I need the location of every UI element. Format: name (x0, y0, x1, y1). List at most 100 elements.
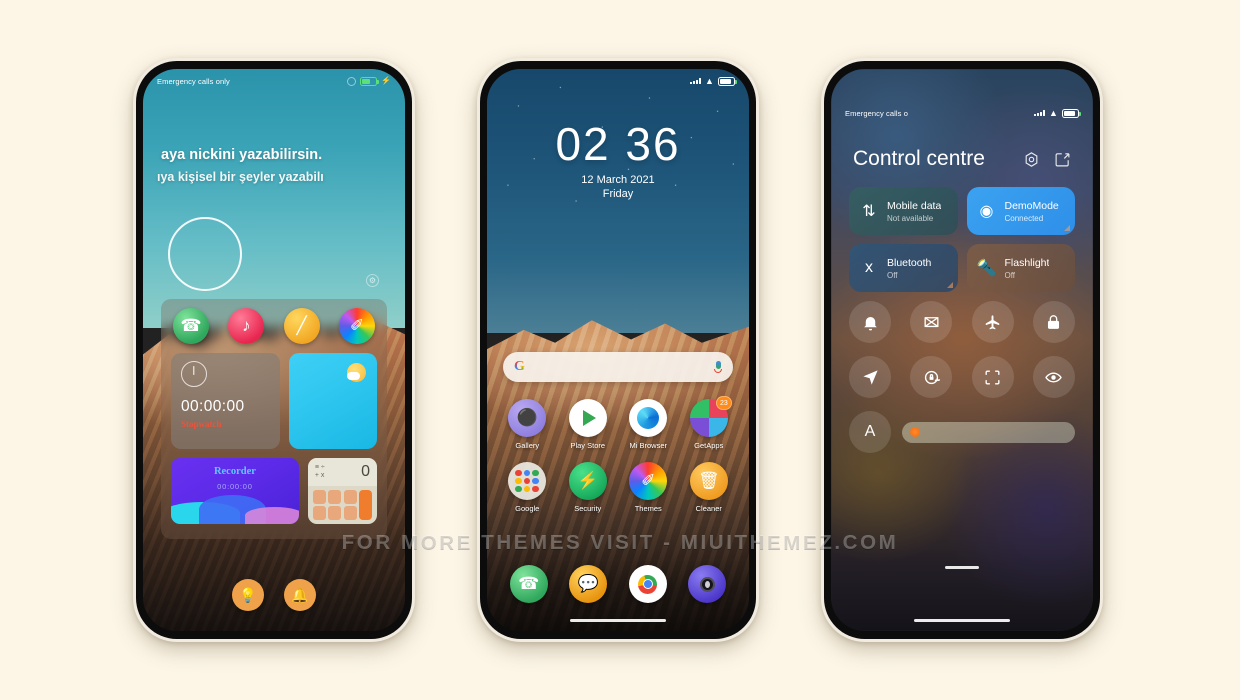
app-gallery[interactable]: ⚫ Gallery (499, 399, 555, 450)
page-title: Control centre (853, 147, 985, 170)
toggle-grid: A (849, 301, 1075, 453)
tile-mobile-data[interactable]: ⇅ Mobile data Not available (849, 187, 958, 235)
app-grid: ⚫ Gallery Play Store Mi Browser 23 GetAp… (497, 396, 739, 525)
calculator-key[interactable] (343, 506, 357, 520)
auto-rotate-lock-icon[interactable] (910, 356, 953, 398)
app-google-folder[interactable]: Google (499, 462, 555, 513)
edit-icon[interactable] (1054, 151, 1071, 168)
tile-label: Flashlight (1004, 256, 1050, 269)
calculator-key[interactable] (312, 506, 326, 520)
music-note-icon[interactable]: ♪ (228, 308, 265, 344)
pencil-icon[interactable]: ╱ (283, 308, 320, 344)
app-mi-browser[interactable]: Mi Browser (620, 399, 676, 450)
status-bar-3: Emergency calls o ▲ (831, 101, 1093, 125)
app-label: Security (574, 504, 602, 513)
app-label: Google (515, 504, 540, 513)
phone-app-icon[interactable]: ☎ (509, 565, 548, 603)
phone-icon[interactable]: ☎ (173, 308, 209, 344)
stopwatch-time: 00:00:00 (181, 398, 245, 415)
calculator-equals-key[interactable] (359, 489, 372, 520)
dock: ☎ 💬 (499, 565, 737, 603)
tile-expand-corner[interactable] (946, 282, 953, 288)
app-cleaner[interactable]: 🗑 Cleaner (681, 462, 737, 513)
status-bar-1: Emergency calls only ⚡ (143, 69, 405, 93)
widget-shortcut-row: ☎ ♪ ╱ ✐ (171, 308, 377, 344)
google-folder-icon (508, 462, 547, 500)
camera-app-icon[interactable] (688, 565, 727, 603)
location-icon[interactable] (849, 356, 891, 398)
flashlight-button[interactable]: 💡 (232, 579, 264, 611)
phone-device-3: Emergency calls o ▲ Control centre ⇅ Mob… (821, 58, 1103, 642)
lockscreen-shortcuts: 💡 🔔 (143, 579, 405, 611)
messages-app-icon[interactable]: 💬 (569, 565, 608, 603)
brightness-slider[interactable] (902, 421, 1075, 443)
signal-dots-icon (1033, 110, 1045, 116)
app-label: Themes (634, 504, 662, 513)
notification-bell-button[interactable]: 🔔 (284, 579, 316, 611)
stopwatch-widget[interactable]: 00:00:00 Stopwatch (171, 353, 280, 449)
app-getapps[interactable]: 23 GetApps (681, 396, 737, 450)
battery-icon (718, 76, 737, 86)
settings-gear-icon[interactable] (1023, 151, 1040, 168)
carrier-label-1: Emergency calls only (157, 76, 230, 86)
wifi-icon: ◉ (979, 203, 994, 220)
tile-wifi[interactable]: ◉ DemoMode Connected (966, 187, 1075, 235)
phone-device-1: Emergency calls only ⚡ aya nickini yazab… (133, 58, 415, 642)
auto-brightness-toggle[interactable]: A (849, 411, 891, 453)
app-play-store[interactable]: Play Store (560, 399, 616, 450)
reading-mode-eye-icon[interactable] (1032, 356, 1075, 398)
calculator-operators: ≡ ÷ + x (314, 463, 325, 479)
getapps-icon: 23 (689, 396, 732, 437)
phone-screen-2: ▲ 02 36 12 March 2021 Friday G ⚫ Gallery (487, 69, 749, 631)
weather-widget[interactable] (288, 353, 377, 449)
app-label: Mi Browser (629, 441, 667, 450)
signal-dots-icon (689, 78, 701, 84)
calculator-key[interactable] (312, 489, 326, 504)
mi-browser-icon (629, 399, 668, 437)
lock-icon[interactable] (1032, 301, 1075, 343)
cloud-icon (347, 372, 360, 380)
home-indicator-2[interactable] (570, 618, 666, 622)
lockscreen-settings-icon[interactable]: ⚙ (366, 274, 379, 287)
wifi-icon: ▲ (704, 75, 714, 86)
scan-qr-icon[interactable] (971, 356, 1014, 398)
themes-brush-icon[interactable]: ✐ (338, 308, 375, 344)
app-themes[interactable]: ✐ Themes (620, 462, 676, 513)
home-indicator-3[interactable] (914, 618, 1010, 622)
airplane-mode-icon[interactable] (971, 301, 1014, 343)
brightness-row: A (849, 411, 1075, 453)
app-security[interactable]: ⚡ Security (560, 462, 616, 513)
calculator-keys[interactable] (308, 486, 377, 524)
calculator-key[interactable] (343, 489, 357, 504)
phone-bezel-1: Emergency calls only ⚡ aya nickini yazab… (136, 61, 412, 639)
status-icons-2: ▲ (689, 75, 737, 86)
app-label: GetApps (694, 441, 724, 450)
microphone-icon[interactable] (714, 361, 722, 373)
recorder-widget[interactable]: Recorder 00:00:00 (171, 458, 299, 524)
tile-bluetooth[interactable]: x Bluetooth Off (849, 244, 958, 292)
tile-flashlight[interactable]: 🔦 Flashlight Off (966, 244, 1075, 292)
calculator-key[interactable] (328, 489, 342, 504)
toggle-row-2 (849, 356, 1075, 398)
control-centre-drag-handle[interactable] (945, 565, 979, 569)
google-g-logo: G (514, 359, 525, 374)
google-search-bar[interactable]: G (503, 352, 733, 382)
app-label: Gallery (515, 441, 540, 450)
screenshot-icon[interactable] (910, 301, 953, 343)
quick-settings-tiles: ⇅ Mobile data Not available ◉ DemoMode C… (849, 187, 1075, 292)
bluetooth-icon: x (865, 259, 873, 276)
calculator-value: 0 (361, 462, 370, 480)
clock-time: 02 36 (555, 118, 681, 170)
calculator-key[interactable] (328, 506, 342, 520)
tile-expand-corner[interactable] (1064, 225, 1070, 231)
tile-status: Off (1004, 270, 1016, 280)
silent-bell-icon[interactable] (849, 301, 891, 343)
phone-screen-1: Emergency calls only ⚡ aya nickini yazab… (143, 69, 405, 631)
calculator-widget[interactable]: ≡ ÷ + x 0 (307, 458, 377, 524)
app-row-2: Google ⚡ Security ✐ Themes 🗑 Cleaner (497, 462, 739, 513)
status-icons-1: ⚡ (346, 76, 391, 86)
auto-brightness-label: A (864, 423, 876, 440)
stopwatch-label: Stopwatch (181, 419, 222, 429)
chrome-app-icon[interactable] (628, 565, 667, 603)
play-store-icon (568, 399, 607, 437)
